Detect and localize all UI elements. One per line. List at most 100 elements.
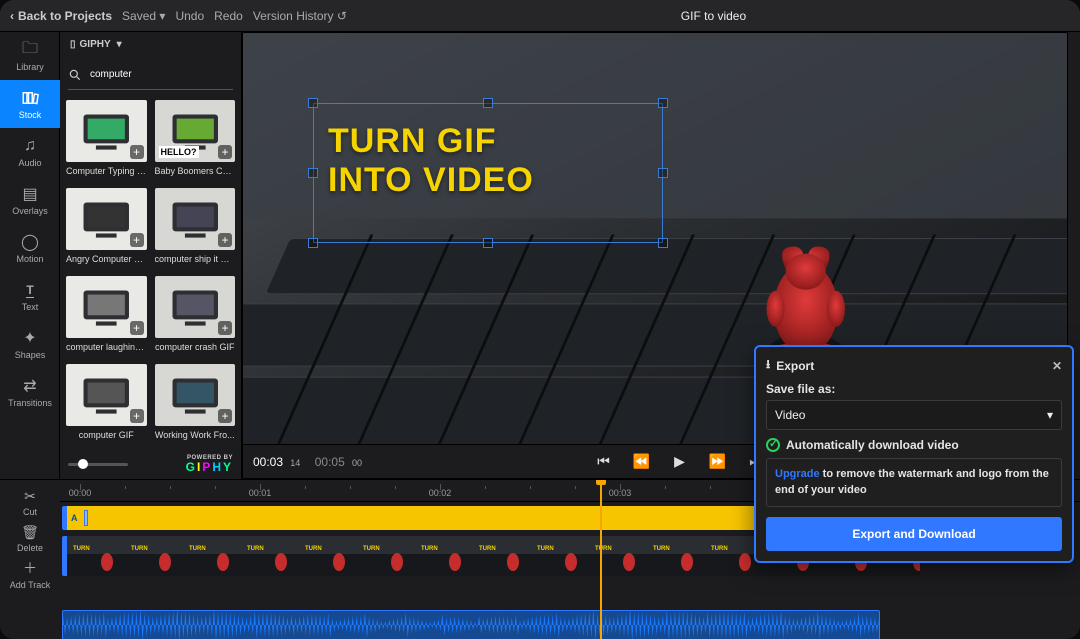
resize-handle[interactable]: [483, 238, 493, 248]
auto-download-toggle[interactable]: Automatically download video: [766, 438, 1062, 452]
saved-status[interactable]: Saved ▾: [122, 9, 165, 23]
trash-icon: 🗑: [21, 524, 39, 541]
nav-text[interactable]: T Text: [0, 272, 60, 320]
stock-search[interactable]: computer: [68, 60, 233, 90]
search-icon: [68, 68, 82, 82]
nav-overlays[interactable]: ▤ Overlays: [0, 176, 60, 224]
grid-icon: ▯: [70, 39, 74, 50]
save-as-label: Save file as:: [766, 382, 1062, 396]
redo-button[interactable]: Redo: [214, 9, 243, 23]
caret-down-icon: ▾: [1047, 408, 1053, 422]
stock-result-thumb[interactable]: +: [66, 188, 147, 250]
text-overlay-box[interactable]: TURN GIF INTO VIDEO: [313, 103, 663, 243]
rewind-button[interactable]: ⏪: [632, 453, 652, 470]
undo-button[interactable]: Undo: [175, 9, 204, 23]
svg-text:TURN: TURN: [247, 546, 264, 552]
svg-text:TURN: TURN: [711, 546, 728, 552]
thumb-size-slider[interactable]: [68, 463, 128, 466]
motion-icon: ◯: [20, 232, 40, 252]
playhead[interactable]: [600, 480, 602, 639]
nav-library[interactable]: 🗀 Library: [0, 32, 60, 80]
add-icon[interactable]: +: [130, 409, 144, 423]
search-input[interactable]: computer: [90, 69, 132, 80]
cut-tool[interactable]: ✂Cut: [0, 484, 60, 520]
stock-result-thumb[interactable]: +: [66, 276, 147, 338]
resize-handle[interactable]: [308, 168, 318, 178]
svg-text:TURN: TURN: [363, 546, 380, 552]
stock-result-thumb[interactable]: +: [155, 364, 236, 426]
nav-transitions[interactable]: ⇄ Transitions: [0, 368, 60, 416]
stock-result-caption: computer GIF: [66, 430, 147, 448]
add-icon[interactable]: +: [218, 409, 232, 423]
timecode: 00:03 14 00:05 00: [253, 455, 362, 469]
stock-result-caption: computer crash GIF: [155, 342, 236, 360]
history-icon: ↺: [337, 9, 347, 23]
music-note-icon: ♫: [20, 136, 40, 156]
text-icon: T: [20, 280, 40, 300]
nav-stock[interactable]: Stock: [0, 80, 60, 128]
stock-result-thumb[interactable]: +: [66, 100, 147, 162]
add-track-tool[interactable]: ＋Add Track: [0, 556, 60, 592]
shapes-icon: ✦: [20, 328, 40, 348]
stock-result-caption: Working Work Fro...: [155, 430, 236, 448]
svg-text:TURN: TURN: [595, 546, 612, 552]
play-button[interactable]: ▶: [670, 453, 690, 470]
hello-overlay: HELLO?: [159, 146, 199, 158]
stock-icon: [20, 88, 40, 108]
nav-motion[interactable]: ◯ Motion: [0, 224, 60, 272]
stock-result-thumb[interactable]: +: [155, 188, 236, 250]
audio-clip[interactable]: Disco Noir: [62, 610, 880, 639]
resize-handle[interactable]: [308, 238, 318, 248]
nav-audio[interactable]: ♫ Audio: [0, 128, 60, 176]
nav-shapes[interactable]: ✦ Shapes: [0, 320, 60, 368]
stock-result-thumb[interactable]: HELLO? +: [155, 100, 236, 162]
audio-track[interactable]: Disco Noir: [60, 610, 1080, 639]
ruler-tick-label: 00:00: [69, 488, 92, 498]
project-title: GIF to video: [681, 9, 746, 23]
svg-text:TURN: TURN: [73, 546, 90, 552]
export-and-download-button[interactable]: Export and Download: [766, 517, 1062, 551]
delete-tool[interactable]: 🗑Delete: [0, 520, 60, 556]
upgrade-link[interactable]: Upgrade: [775, 468, 820, 480]
close-button[interactable]: ✕: [1052, 359, 1062, 373]
overlay-text-content[interactable]: TURN GIF INTO VIDEO: [314, 104, 662, 218]
stock-source-select[interactable]: ▯ GIPHY ▾: [60, 32, 241, 56]
scissors-icon: ✂: [24, 488, 36, 505]
download-icon: ⭳: [766, 355, 770, 376]
top-bar: ‹ Back to Projects Saved ▾ Undo Redo Ver…: [0, 0, 1080, 32]
add-icon[interactable]: +: [130, 233, 144, 247]
stock-result-caption: Computer Typing GIF: [66, 166, 147, 184]
svg-text:TURN: TURN: [189, 546, 206, 552]
resize-handle[interactable]: [658, 168, 668, 178]
export-dialog: ⭳ Export ✕ Save file as: Video ▾ Automat…: [754, 345, 1074, 563]
resize-handle[interactable]: [308, 98, 318, 108]
transitions-icon: ⇄: [20, 376, 40, 396]
resize-handle[interactable]: [658, 98, 668, 108]
caret-down-icon: ▾: [159, 9, 165, 23]
stock-panel: ▯ GIPHY ▾ computer + Computer Typing GIF H…: [60, 32, 242, 479]
stock-result-thumb[interactable]: +: [66, 364, 147, 426]
back-to-projects-button[interactable]: ‹ Back to Projects: [10, 9, 112, 23]
stock-result-caption: Baby Boomers Co...: [155, 166, 236, 184]
resize-handle[interactable]: [483, 98, 493, 108]
add-icon[interactable]: +: [130, 321, 144, 335]
resize-handle[interactable]: [658, 238, 668, 248]
check-icon: [766, 438, 780, 452]
jump-start-button[interactable]: ⏮: [594, 453, 614, 470]
add-icon[interactable]: +: [218, 321, 232, 335]
svg-text:TURN: TURN: [653, 546, 670, 552]
svg-text:TURN: TURN: [479, 546, 496, 552]
chevron-left-icon: ‹: [10, 9, 14, 23]
add-icon[interactable]: +: [218, 233, 232, 247]
export-format-select[interactable]: Video ▾: [766, 400, 1062, 430]
overlays-icon: ▤: [20, 184, 40, 204]
svg-text:TURN: TURN: [421, 546, 438, 552]
forward-button[interactable]: ⏩: [708, 453, 728, 470]
stock-result-thumb[interactable]: +: [155, 276, 236, 338]
version-history-button[interactable]: Version History ↺: [253, 9, 347, 23]
svg-text:TURN: TURN: [537, 546, 554, 552]
ruler-tick-label: 00:02: [429, 488, 452, 498]
stock-result-caption: computer laughing ...: [66, 342, 147, 360]
add-icon[interactable]: +: [218, 145, 232, 159]
add-icon[interactable]: +: [130, 145, 144, 159]
